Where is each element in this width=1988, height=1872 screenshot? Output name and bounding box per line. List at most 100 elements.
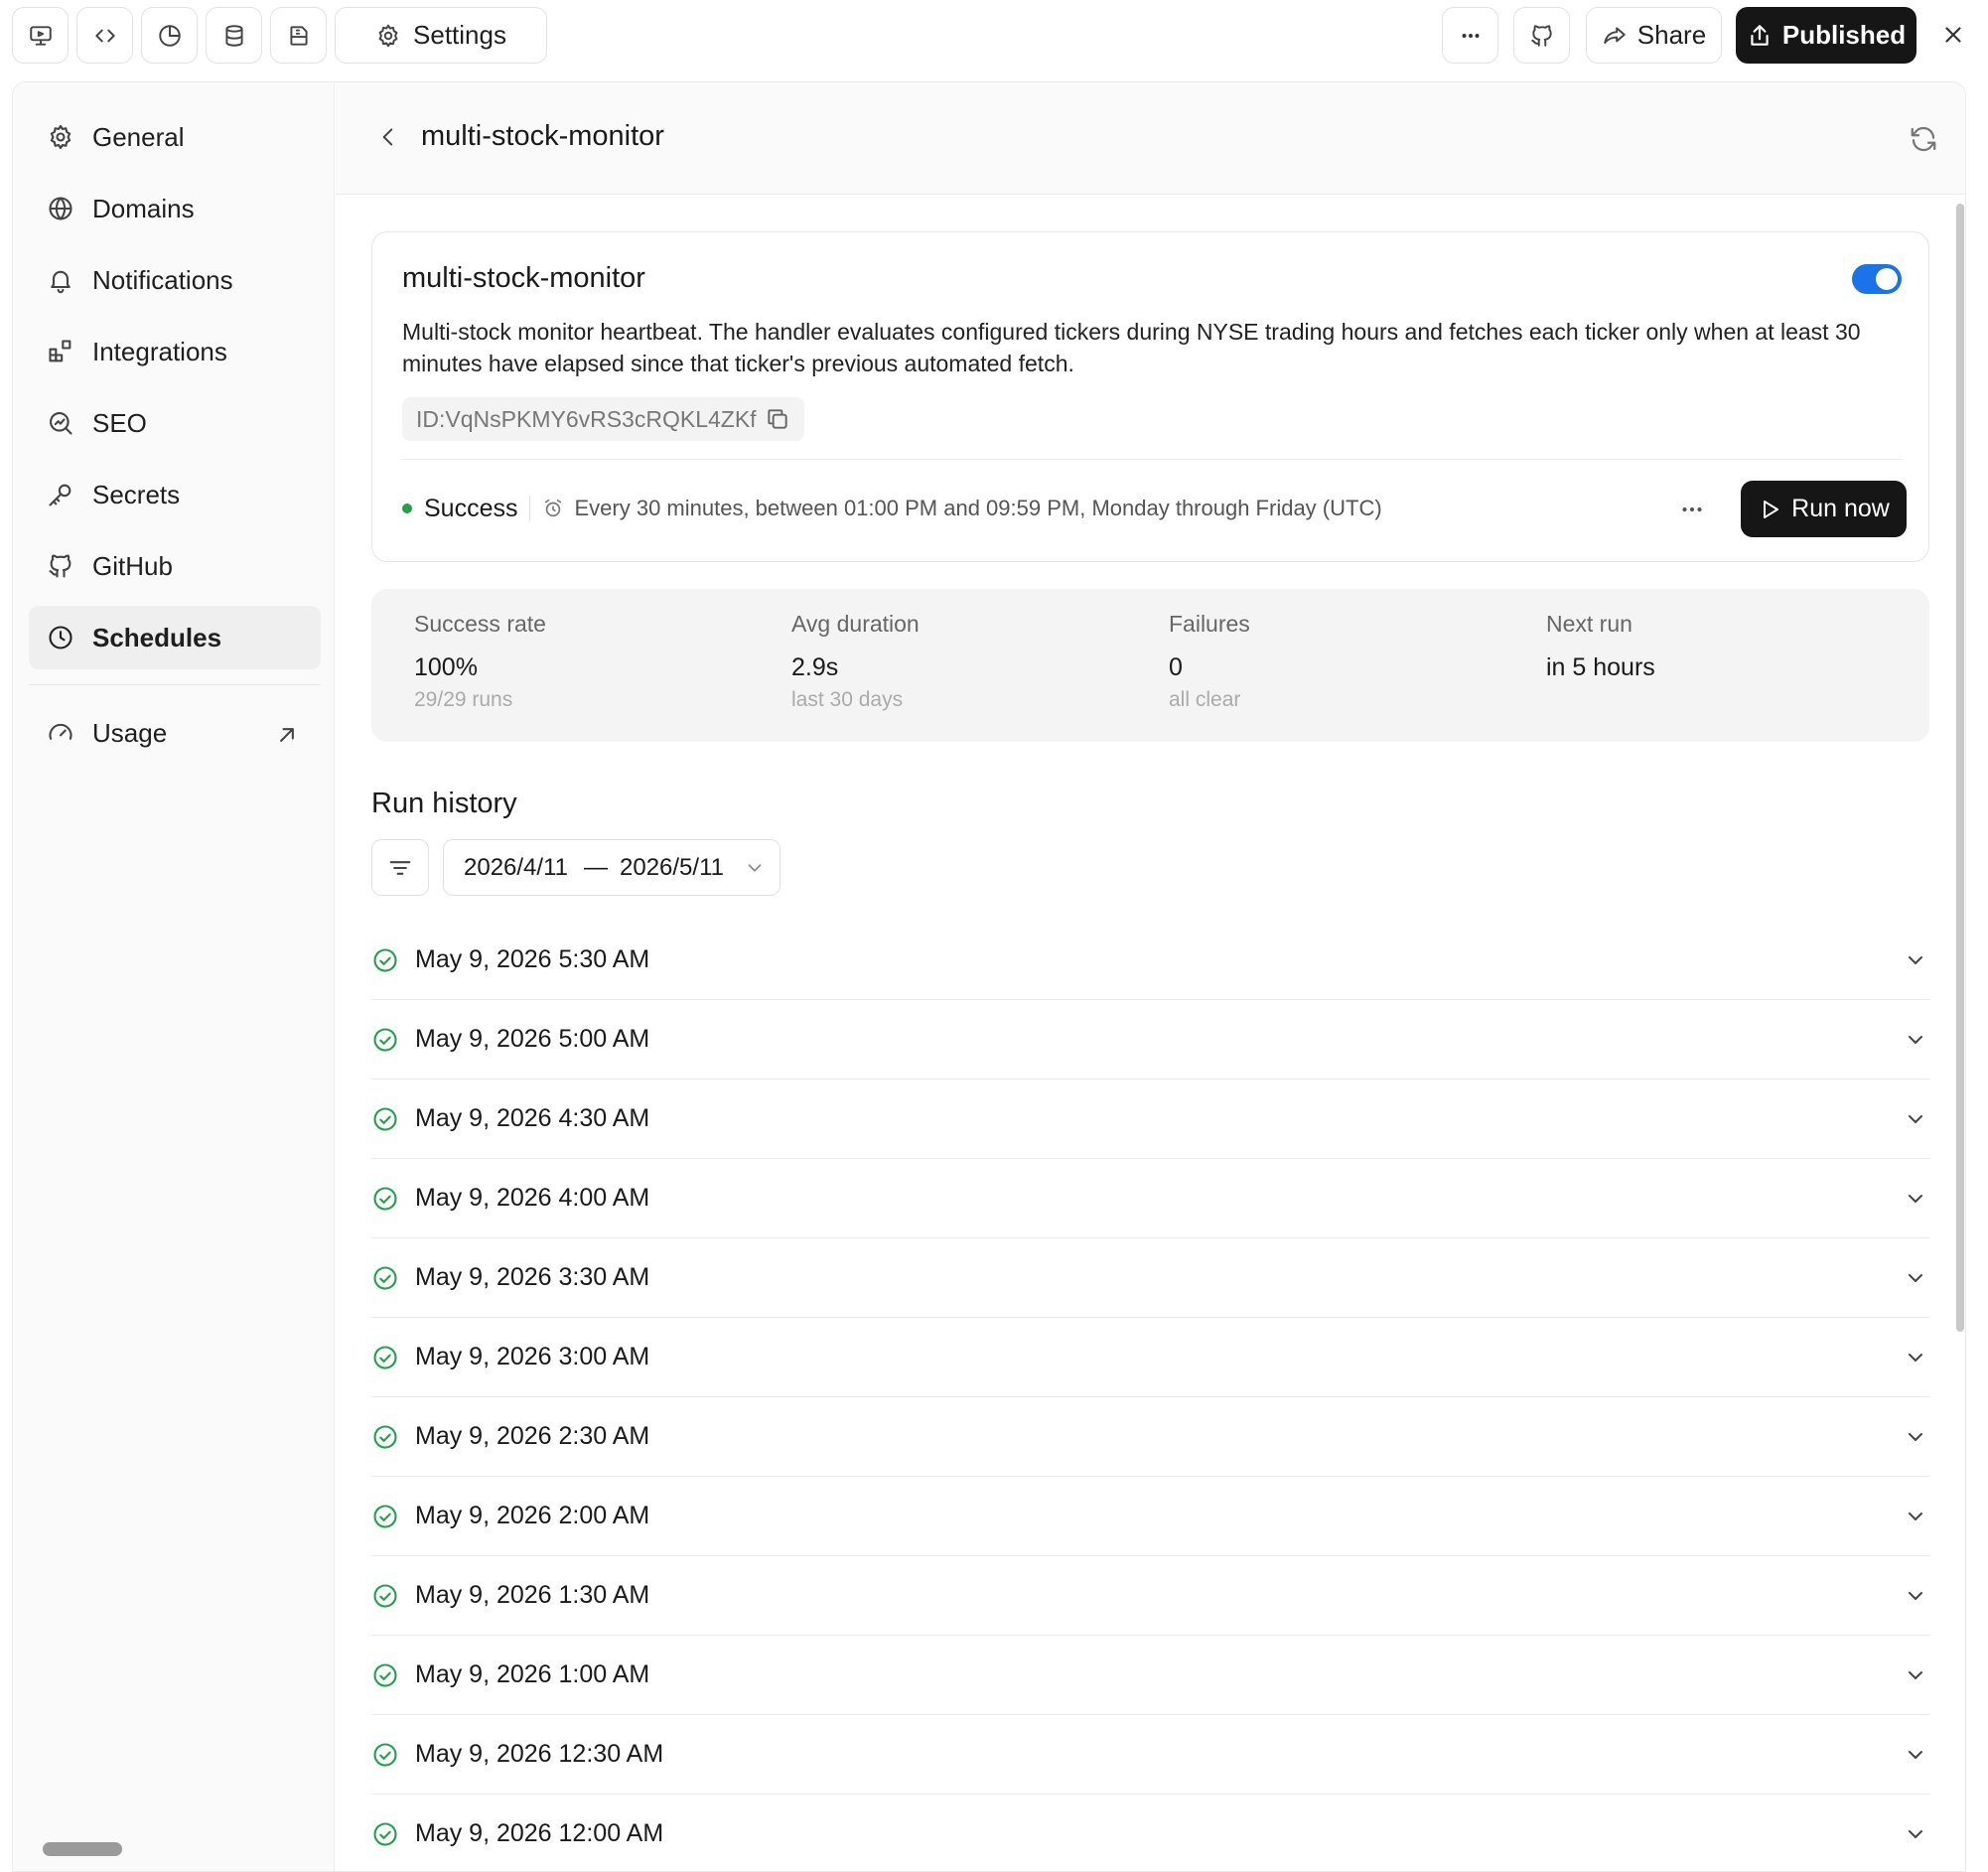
sidebar-divider: [29, 684, 321, 685]
sidebar-item-seo[interactable]: SEO: [29, 391, 321, 455]
sidebar-item-general[interactable]: General: [29, 105, 321, 169]
back-button[interactable]: [375, 124, 401, 150]
sidebar-item-usage[interactable]: Usage: [29, 701, 321, 765]
more-options-button[interactable]: [1442, 7, 1498, 64]
filter-icon: [389, 860, 411, 875]
copy-icon[interactable]: [765, 406, 790, 432]
detail-header: multi-stock-monitor: [336, 82, 1965, 195]
page-title: multi-stock-monitor: [421, 120, 664, 152]
stat-value: 0: [1169, 653, 1183, 681]
chevron-down-icon[interactable]: [1904, 1663, 1927, 1687]
preview-icon: [29, 25, 52, 46]
close-icon: [1945, 27, 1961, 43]
sidebar-item-github[interactable]: GitHub: [29, 534, 321, 598]
sidebar-item-secrets[interactable]: Secrets: [29, 463, 321, 526]
analytics-button[interactable]: [141, 7, 198, 64]
stat-label: Avg duration: [791, 611, 920, 637]
settings-panel: General Domains Notifications Integratio…: [12, 81, 1966, 1872]
run-history-row[interactable]: May 9, 2026 12:00 AM: [371, 1795, 1929, 1871]
storage-button[interactable]: [270, 7, 327, 64]
gear-icon: [50, 124, 71, 150]
settings-sidebar: General Domains Notifications Integratio…: [13, 82, 335, 1871]
sidebar-item-integrations[interactable]: Integrations: [29, 320, 321, 383]
run-timestamp: May 9, 2026 4:00 AM: [415, 1184, 650, 1212]
run-history-row[interactable]: May 9, 2026 2:00 AM: [371, 1477, 1929, 1556]
success-check-icon: [373, 1106, 397, 1131]
run-now-label: Run now: [1791, 495, 1890, 522]
sidebar-scrollbar[interactable]: [43, 1842, 122, 1856]
success-check-icon: [373, 1424, 397, 1449]
schedule-more-icon[interactable]: [1677, 495, 1707, 524]
chevron-down-icon[interactable]: [1904, 1346, 1927, 1369]
code-icon: [94, 29, 115, 42]
success-check-icon: [373, 1821, 397, 1846]
run-history-row[interactable]: May 9, 2026 5:00 AM: [371, 1000, 1929, 1080]
run-now-button[interactable]: Run now: [1741, 481, 1907, 537]
sidebar-item-schedules[interactable]: Schedules: [29, 606, 321, 669]
external-link-icon: [280, 728, 294, 742]
chevron-down-icon[interactable]: [1904, 1822, 1927, 1846]
bell-icon: [51, 270, 71, 294]
run-history-row[interactable]: May 9, 2026 1:00 AM: [371, 1636, 1929, 1715]
run-timestamp: May 9, 2026 3:00 AM: [415, 1343, 650, 1370]
chevron-down-icon[interactable]: [1904, 1425, 1927, 1449]
close-button[interactable]: [1936, 18, 1970, 52]
filter-button[interactable]: [371, 839, 429, 896]
github-button[interactable]: [1513, 7, 1570, 64]
schedule-enabled-toggle[interactable]: [1852, 264, 1902, 294]
run-history-row[interactable]: May 9, 2026 3:30 AM: [371, 1238, 1929, 1318]
share-button[interactable]: Share: [1586, 7, 1722, 64]
clock-icon: [49, 626, 72, 649]
chevron-down-icon[interactable]: [1904, 1743, 1927, 1767]
success-check-icon: [373, 1027, 397, 1052]
sidebar-item-notifications[interactable]: Notifications: [29, 248, 321, 312]
run-timestamp: May 9, 2026 5:00 AM: [415, 1025, 650, 1053]
github-icon: [49, 554, 71, 578]
run-history-list: May 9, 2026 5:30 AM May 9, 2026 5:00 AM Ma…: [371, 921, 1929, 1871]
date-from: 2026/4/11: [464, 853, 568, 881]
integrations-icon: [49, 340, 71, 362]
success-check-icon: [373, 1504, 397, 1528]
run-history-row[interactable]: May 9, 2026 4:30 AM: [371, 1080, 1929, 1159]
run-timestamp: May 9, 2026 12:30 AM: [415, 1740, 664, 1768]
sidebar-item-domains[interactable]: Domains: [29, 177, 321, 240]
run-history-row[interactable]: May 9, 2026 1:30 AM: [371, 1556, 1929, 1636]
chevron-down-icon[interactable]: [1904, 1505, 1927, 1528]
refresh-icon[interactable]: [1909, 124, 1938, 154]
chevron-down-icon[interactable]: [1904, 1107, 1927, 1131]
run-history-row[interactable]: May 9, 2026 12:30 AM: [371, 1715, 1929, 1795]
content-scrollbar[interactable]: [1956, 204, 1964, 1332]
run-timestamp: May 9, 2026 2:00 AM: [415, 1502, 650, 1529]
chevron-down-icon[interactable]: [1904, 1584, 1927, 1608]
settings-tab[interactable]: Settings: [335, 7, 547, 64]
run-history-row[interactable]: May 9, 2026 2:30 AM: [371, 1397, 1929, 1477]
alarm-clock-icon: [545, 499, 562, 517]
code-button[interactable]: [76, 7, 133, 64]
stat-sub: all clear: [1169, 688, 1241, 711]
run-timestamp: May 9, 2026 3:30 AM: [415, 1263, 650, 1291]
success-check-icon: [373, 1583, 397, 1608]
preview-button[interactable]: [12, 7, 69, 64]
database-button[interactable]: [206, 7, 262, 64]
chevron-down-icon[interactable]: [1904, 1028, 1927, 1052]
stat-avg-duration: Avg duration 2.9s last 30 days: [791, 611, 920, 712]
published-button[interactable]: Published: [1736, 7, 1917, 64]
chevron-down-icon[interactable]: [1904, 1266, 1927, 1290]
date-range-picker[interactable]: 2026/4/11 — 2026/5/11: [443, 839, 781, 896]
stat-label: Failures: [1169, 611, 1250, 637]
more-icon: [1462, 33, 1479, 38]
run-history-row[interactable]: May 9, 2026 5:30 AM: [371, 921, 1929, 1000]
sidebar-item-label: General: [92, 121, 185, 152]
success-check-icon: [373, 1265, 397, 1290]
success-check-icon: [373, 1186, 397, 1211]
status-text: Success: [424, 494, 518, 522]
date-to: 2026/5/11: [620, 853, 724, 881]
chevron-down-icon[interactable]: [1904, 1187, 1927, 1211]
run-history-row[interactable]: May 9, 2026 4:00 AM: [371, 1159, 1929, 1238]
github-icon: [1530, 24, 1552, 47]
chevron-down-icon[interactable]: [1904, 948, 1927, 972]
run-history-row[interactable]: May 9, 2026 3:00 AM: [371, 1318, 1929, 1397]
sidebar-item-label: SEO: [92, 407, 147, 438]
status-row: Success Every 30 minutes, between 01:00 …: [402, 481, 1382, 536]
schedule-frequency: Every 30 minutes, between 01:00 PM and 0…: [574, 496, 1382, 520]
